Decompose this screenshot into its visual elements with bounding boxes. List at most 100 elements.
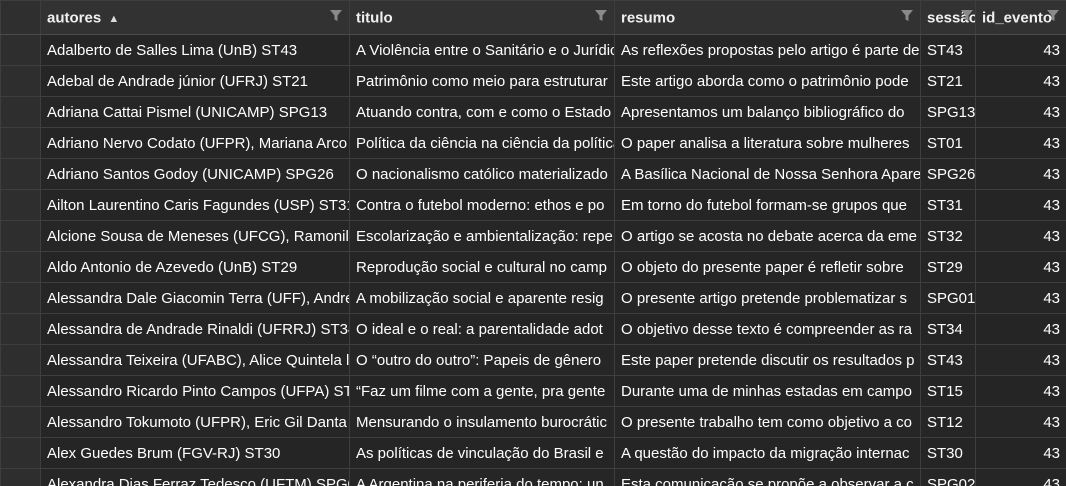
table-row[interactable]: Adriano Santos Godoy (UNICAMP) SPG26 O na… [0,158,1066,190]
cell-id-evento[interactable]: 43 [975,344,1066,376]
cell-titulo[interactable]: Mensurando o insulamento burocrátic [349,406,615,438]
row-index-cell[interactable] [0,251,41,283]
cell-titulo[interactable]: O “outro do outro”: Papeis de gênero [349,344,615,376]
row-index-cell[interactable] [0,220,41,252]
cell-autores[interactable]: Ailton Laurentino Caris Fagundes (USP) S… [40,189,350,221]
cell-id-evento[interactable]: 43 [975,65,1066,97]
table-row[interactable]: Aldo Antonio de Azevedo (UnB) ST29 Reprod… [0,251,1066,283]
cell-sessao[interactable]: SPG13 [920,96,976,128]
cell-id-evento[interactable]: 43 [975,34,1066,66]
table-row[interactable]: Ailton Laurentino Caris Fagundes (USP) S… [0,189,1066,221]
column-header-autores[interactable]: autores ▲ [40,0,350,35]
cell-sessao[interactable]: ST15 [920,375,976,407]
cell-titulo[interactable]: Reprodução social e cultural no camp [349,251,615,283]
cell-resumo[interactable]: Esta comunicação se propõe a observar a … [614,468,921,486]
table-row[interactable]: Adalberto de Salles Lima (UnB) ST43 A Vio… [0,34,1066,66]
cell-titulo[interactable]: Política da ciência na ciência da políti… [349,127,615,159]
row-index-cell[interactable] [0,65,41,97]
cell-titulo[interactable]: A Argentina na periferia do tempo: un [349,468,615,486]
cell-resumo[interactable]: A questão do impacto da migração interna… [614,437,921,469]
cell-autores[interactable]: Adriano Santos Godoy (UNICAMP) SPG26 [40,158,350,190]
cell-autores[interactable]: Aldo Antonio de Azevedo (UnB) ST29 [40,251,350,283]
cell-autores[interactable]: Alessandra Dale Giacomin Terra (UFF), An… [40,282,350,314]
cell-autores[interactable]: Alessandra Teixeira (UFABC), Alice Quint… [40,344,350,376]
cell-sessao[interactable]: ST30 [920,437,976,469]
cell-titulo[interactable]: Contra o futebol moderno: ethos e po [349,189,615,221]
cell-autores[interactable]: Alessandro Tokumoto (UFPR), Eric Gil Dan… [40,406,350,438]
table-row[interactable]: Adebal de Andrade júnior (UFRJ) ST21 Patr… [0,65,1066,97]
cell-resumo[interactable]: As reflexões propostas pelo artigo é par… [614,34,921,66]
cell-id-evento[interactable]: 43 [975,189,1066,221]
cell-id-evento[interactable]: 43 [975,406,1066,438]
cell-sessao[interactable]: SPG02 [920,468,976,486]
cell-id-evento[interactable]: 43 [975,282,1066,314]
cell-sessao[interactable]: ST43 [920,34,976,66]
cell-resumo[interactable]: Este paper pretende discutir os resultad… [614,344,921,376]
cell-titulo[interactable]: Escolarização e ambientalização: repe [349,220,615,252]
cell-sessao[interactable]: ST21 [920,65,976,97]
row-index-cell[interactable] [0,127,41,159]
sort-ascending-icon[interactable]: ▲ [108,13,119,25]
cell-resumo[interactable]: Apresentamos um balanço bibliográfico do [614,96,921,128]
row-index-cell[interactable] [0,468,41,486]
cell-id-evento[interactable]: 43 [975,468,1066,486]
cell-id-evento[interactable]: 43 [975,375,1066,407]
row-index-cell[interactable] [0,34,41,66]
table-row[interactable]: Alessandra de Andrade Rinaldi (UFRRJ) ST… [0,313,1066,345]
row-index-header[interactable] [0,0,41,35]
row-index-cell[interactable] [0,406,41,438]
cell-titulo[interactable]: A mobilização social e aparente resig [349,282,615,314]
cell-sessao[interactable]: ST29 [920,251,976,283]
table-row[interactable]: Alessandra Teixeira (UFABC), Alice Quint… [0,344,1066,376]
table-row[interactable]: Adriana Cattai Pismel (UNICAMP) SPG13 Atu… [0,96,1066,128]
cell-autores[interactable]: Alcione Sousa de Meneses (UFCG), Ramonil… [40,220,350,252]
cell-titulo[interactable]: A Violência entre o Sanitário e o Jurídi… [349,34,615,66]
filter-funnel-icon[interactable] [595,10,607,22]
cell-sessao[interactable]: ST32 [920,220,976,252]
cell-resumo[interactable]: O objetivo desse texto é compreender as … [614,313,921,345]
table-row[interactable]: Alex Guedes Brum (FGV-RJ) ST30 As polític… [0,437,1066,469]
row-index-cell[interactable] [0,344,41,376]
cell-sessao[interactable]: SPG01 [920,282,976,314]
row-index-cell[interactable] [0,158,41,190]
cell-autores[interactable]: Adalberto de Salles Lima (UnB) ST43 [40,34,350,66]
table-row[interactable]: Adriano Nervo Codato (UFPR), Mariana Arc… [0,127,1066,159]
cell-resumo[interactable]: Durante uma de minhas estadas em campo [614,375,921,407]
cell-sessao[interactable]: ST12 [920,406,976,438]
table-row[interactable]: Alexandra Dias Ferraz Tedesco (UFTM) SPG… [0,468,1066,486]
cell-resumo[interactable]: O paper analisa a literatura sobre mulhe… [614,127,921,159]
cell-titulo[interactable]: “Faz um filme com a gente, pra gente [349,375,615,407]
cell-resumo[interactable]: O presente trabalho tem como objetivo a … [614,406,921,438]
cell-sessao[interactable]: SPG26 [920,158,976,190]
row-index-cell[interactable] [0,96,41,128]
table-row[interactable]: Alessandra Dale Giacomin Terra (UFF), An… [0,282,1066,314]
row-index-cell[interactable] [0,375,41,407]
cell-autores[interactable]: Adriano Nervo Codato (UFPR), Mariana Arc… [40,127,350,159]
cell-resumo[interactable]: Em torno do futebol formam-se grupos que [614,189,921,221]
cell-id-evento[interactable]: 43 [975,313,1066,345]
cell-autores[interactable]: Alexandra Dias Ferraz Tedesco (UFTM) SPG… [40,468,350,486]
filter-funnel-icon[interactable] [961,10,973,22]
table-row[interactable]: Alessandro Tokumoto (UFPR), Eric Gil Dan… [0,406,1066,438]
cell-sessao[interactable]: ST01 [920,127,976,159]
cell-autores[interactable]: Alessandro Ricardo Pinto Campos (UFPA) S… [40,375,350,407]
cell-autores[interactable]: Alex Guedes Brum (FGV-RJ) ST30 [40,437,350,469]
cell-resumo[interactable]: O objeto do presente paper é refletir so… [614,251,921,283]
column-header-sessao[interactable]: sessão [920,0,976,35]
filter-funnel-icon[interactable] [330,10,342,22]
column-header-resumo[interactable]: resumo [614,0,921,35]
cell-titulo[interactable]: Patrimônio como meio para estruturar [349,65,615,97]
cell-titulo[interactable]: O nacionalismo católico materializado [349,158,615,190]
cell-autores[interactable]: Alessandra de Andrade Rinaldi (UFRRJ) ST… [40,313,350,345]
cell-resumo[interactable]: O artigo se acosta no debate acerca da e… [614,220,921,252]
row-index-cell[interactable] [0,437,41,469]
column-header-id-evento[interactable]: id_evento [975,0,1066,35]
cell-id-evento[interactable]: 43 [975,158,1066,190]
cell-sessao[interactable]: ST34 [920,313,976,345]
cell-resumo[interactable]: A Basílica Nacional de Nossa Senhora Apa… [614,158,921,190]
row-index-cell[interactable] [0,313,41,345]
cell-sessao[interactable]: ST43 [920,344,976,376]
cell-titulo[interactable]: As políticas de vinculação do Brasil e [349,437,615,469]
cell-id-evento[interactable]: 43 [975,127,1066,159]
cell-sessao[interactable]: ST31 [920,189,976,221]
